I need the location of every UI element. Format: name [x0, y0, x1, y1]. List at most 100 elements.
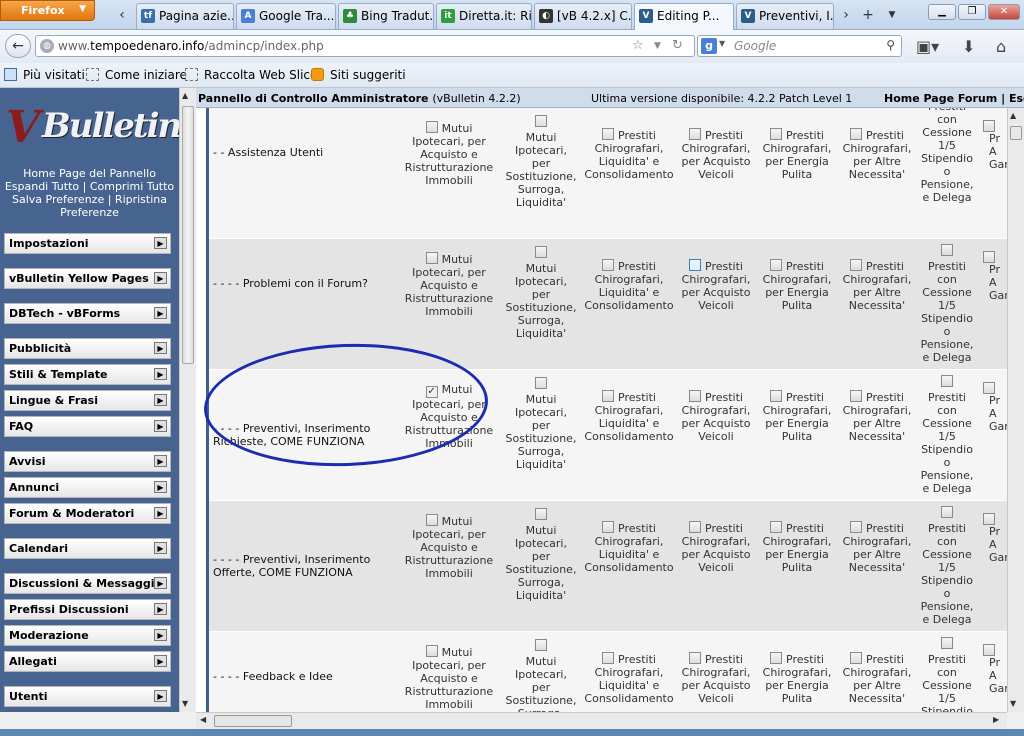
restore-icon[interactable]: ❐ [958, 4, 986, 20]
sidebar-group-4[interactable]: Pubblicità ▶ [4, 338, 171, 359]
option-prestiti_cons[interactable]: Prestiti Chirografari, Liquidita' e Consoli… [579, 259, 679, 312]
option-mutui_acq[interactable]: Mutui Ipotecari, per Acquisto e Ristruttura… [399, 514, 499, 580]
scroll-thumb[interactable] [214, 715, 292, 727]
sidebar-scrollbar[interactable]: ▲ ▼ [179, 88, 196, 712]
content-scrollbar[interactable]: ▲ ▼ [1007, 108, 1024, 712]
checkbox[interactable] [602, 521, 615, 533]
expand-icon[interactable]: ▶ [154, 577, 167, 589]
sidebar-group-13[interactable]: Prefissi Discussioni ▶ [4, 599, 171, 620]
option-prestiti_veic[interactable]: Prestiti Chirografari, per Acquisto Veicoli [674, 521, 758, 574]
sidebar-group-5[interactable]: Stili & Template ▶ [4, 364, 171, 385]
sidebar-group-16[interactable]: Utenti ▶ [4, 686, 171, 707]
url-bar[interactable]: ◍ www.tempoedenaro.info/admincp/index.ph… [35, 35, 695, 57]
option-prestiti_energ[interactable]: Prestiti Chirografari, per Energia Pulita [755, 259, 839, 312]
option-mutui_sost[interactable]: MutuiIpotecari,perSostituzione,Surroga,L… [501, 508, 581, 602]
checkbox[interactable] [602, 128, 615, 140]
checkbox[interactable] [850, 259, 863, 271]
sidebar-group-14[interactable]: Moderazione ▶ [4, 625, 171, 646]
checkbox[interactable] [689, 652, 702, 664]
checkbox[interactable] [689, 259, 702, 271]
checkbox[interactable] [425, 514, 438, 526]
expand-icon[interactable]: ▶ [154, 394, 167, 406]
tab-6[interactable]: V Editing P... [634, 3, 734, 30]
logout-link[interactable]: Esci [1009, 92, 1024, 105]
expand-icon[interactable]: ▶ [154, 603, 167, 615]
expand-icon[interactable]: ▶ [154, 307, 167, 319]
option-cessione[interactable]: PrestiticonCessione1/5StipendiooPensione… [915, 637, 979, 712]
option-prestiti_cons[interactable]: Prestiti Chirografari, Liquidita' e Consoli… [579, 521, 679, 574]
restore-link[interactable]: Ripristina [115, 193, 167, 206]
tab-5[interactable]: ◐ [vB 4.2.x] C... [534, 3, 632, 29]
checkbox[interactable] [983, 251, 995, 263]
checkbox[interactable] [850, 652, 863, 664]
checkbox[interactable] [425, 252, 438, 264]
sidebar-group-1[interactable]: Impostazioni ▶ [4, 233, 171, 254]
option-prestiti_veic[interactable]: Prestiti Chirografari, per Acquisto Veicoli [674, 259, 758, 312]
sidebar-group-8[interactable]: Avvisi ▶ [4, 451, 171, 472]
checkbox[interactable] [535, 508, 547, 520]
close-window-icon[interactable]: ✕ [988, 4, 1020, 20]
option-prestiti_energ[interactable]: Prestiti Chirografari, per Energia Pulita [755, 521, 839, 574]
option-prestiti_energ[interactable]: Prestiti Chirografari, per Energia Pulita [755, 390, 839, 443]
expand-icon[interactable]: ▶ [154, 690, 167, 702]
home-forum-link[interactable]: Home Page Forum [884, 92, 997, 105]
checkbox[interactable] [770, 259, 783, 271]
home-icon[interactable]: ⌂ [996, 37, 1006, 56]
home-panel-link[interactable]: Home Page del Pannello [23, 167, 156, 180]
expand-icon[interactable]: ▶ [154, 629, 167, 641]
checkbox[interactable] [770, 521, 783, 533]
checkbox[interactable] [689, 390, 702, 402]
option-cessione[interactable]: PrestiticonCessione1/5StipendiooPensione… [915, 506, 979, 626]
expand-icon[interactable]: ▶ [154, 507, 167, 519]
tab-7[interactable]: V Preventivi, I... [736, 3, 834, 29]
checkbox[interactable] [770, 652, 783, 664]
option-prestiti_cons[interactable]: Prestiti Chirografari, Liquidita' e Consoli… [579, 652, 679, 705]
option-mutui_acq[interactable]: Mutui Ipotecari, per Acquisto e Ristruttura… [399, 645, 499, 711]
expand-all-link[interactable]: Espandi Tutto [5, 180, 79, 193]
bookmarks-menu-icon[interactable]: ▣▾ [916, 37, 939, 56]
bookmark-piu-visitati[interactable]: Più visitati [4, 68, 85, 82]
checkbox[interactable] [941, 506, 953, 518]
checkbox[interactable] [535, 639, 547, 651]
firefox-menu-button[interactable]: Firefox ▼ [0, 0, 95, 21]
checkbox[interactable] [425, 121, 438, 133]
option-prestiti_cons[interactable]: Prestiti Chirografari, Liquidita' e Consoli… [579, 390, 679, 443]
checkbox[interactable] [535, 115, 547, 127]
tab-scroll-left-icon[interactable]: ‹ [112, 4, 132, 26]
tab-scroll-right-icon[interactable]: › [836, 4, 856, 26]
checkbox[interactable] [941, 637, 953, 649]
scroll-thumb[interactable] [1010, 126, 1022, 140]
scroll-up-icon[interactable]: ▲ [1010, 111, 1016, 120]
option-prestiti_altre[interactable]: Prestiti Chirografari, per Altre Necessita' [835, 390, 919, 443]
scroll-right-icon[interactable]: ▶ [993, 715, 999, 724]
collapse-all-link[interactable]: Comprimi Tutto [90, 180, 174, 193]
sidebar-group-9[interactable]: Annunci ▶ [4, 477, 171, 498]
expand-icon[interactable]: ▶ [154, 655, 167, 667]
checkbox[interactable] [535, 246, 547, 258]
option-prestiti_energ[interactable]: Prestiti Chirografari, per Energia Pulita [755, 128, 839, 181]
tab-1[interactable]: tf Pagina azie... [136, 3, 234, 29]
bookmark-web-slice[interactable]: Raccolta Web Slice [185, 68, 317, 82]
sidebar-group-7[interactable]: FAQ ▶ [4, 416, 171, 437]
checkbox[interactable] [602, 390, 615, 402]
checkbox[interactable] [602, 259, 615, 271]
option-mutui_acq[interactable]: Mutui Ipotecari, per Acquisto e Ristruttura… [399, 121, 499, 187]
scroll-up-icon[interactable]: ▲ [182, 91, 188, 100]
bookmark-star-icon[interactable]: ☆ [632, 38, 644, 53]
expand-icon[interactable]: ▶ [154, 272, 167, 284]
horizontal-scrollbar[interactable]: ◀ ▶ [196, 712, 1007, 729]
url-history-dropdown-icon[interactable]: ▼ [654, 41, 661, 51]
checkbox[interactable] [941, 244, 953, 256]
checkbox[interactable] [983, 382, 995, 394]
tab-4[interactable]: it Diretta.it: Ri... [436, 3, 532, 29]
reload-icon[interactable]: ↻ [672, 38, 683, 53]
checkbox[interactable] [425, 645, 438, 657]
option-mutui_sost[interactable]: MutuiIpotecari,perSostituzione,Surroga,L… [501, 377, 581, 471]
checkbox[interactable] [983, 120, 995, 132]
checkbox[interactable] [770, 128, 783, 140]
option-mutui_sost[interactable]: MutuiIpotecari,perSostituzione,Surroga,L… [501, 639, 581, 712]
expand-icon[interactable]: ▶ [154, 420, 167, 432]
expand-icon[interactable]: ▶ [154, 481, 167, 493]
list-tabs-icon[interactable]: ▼ [882, 4, 902, 26]
save-preferences-link[interactable]: Salva Preferenze [12, 193, 104, 206]
